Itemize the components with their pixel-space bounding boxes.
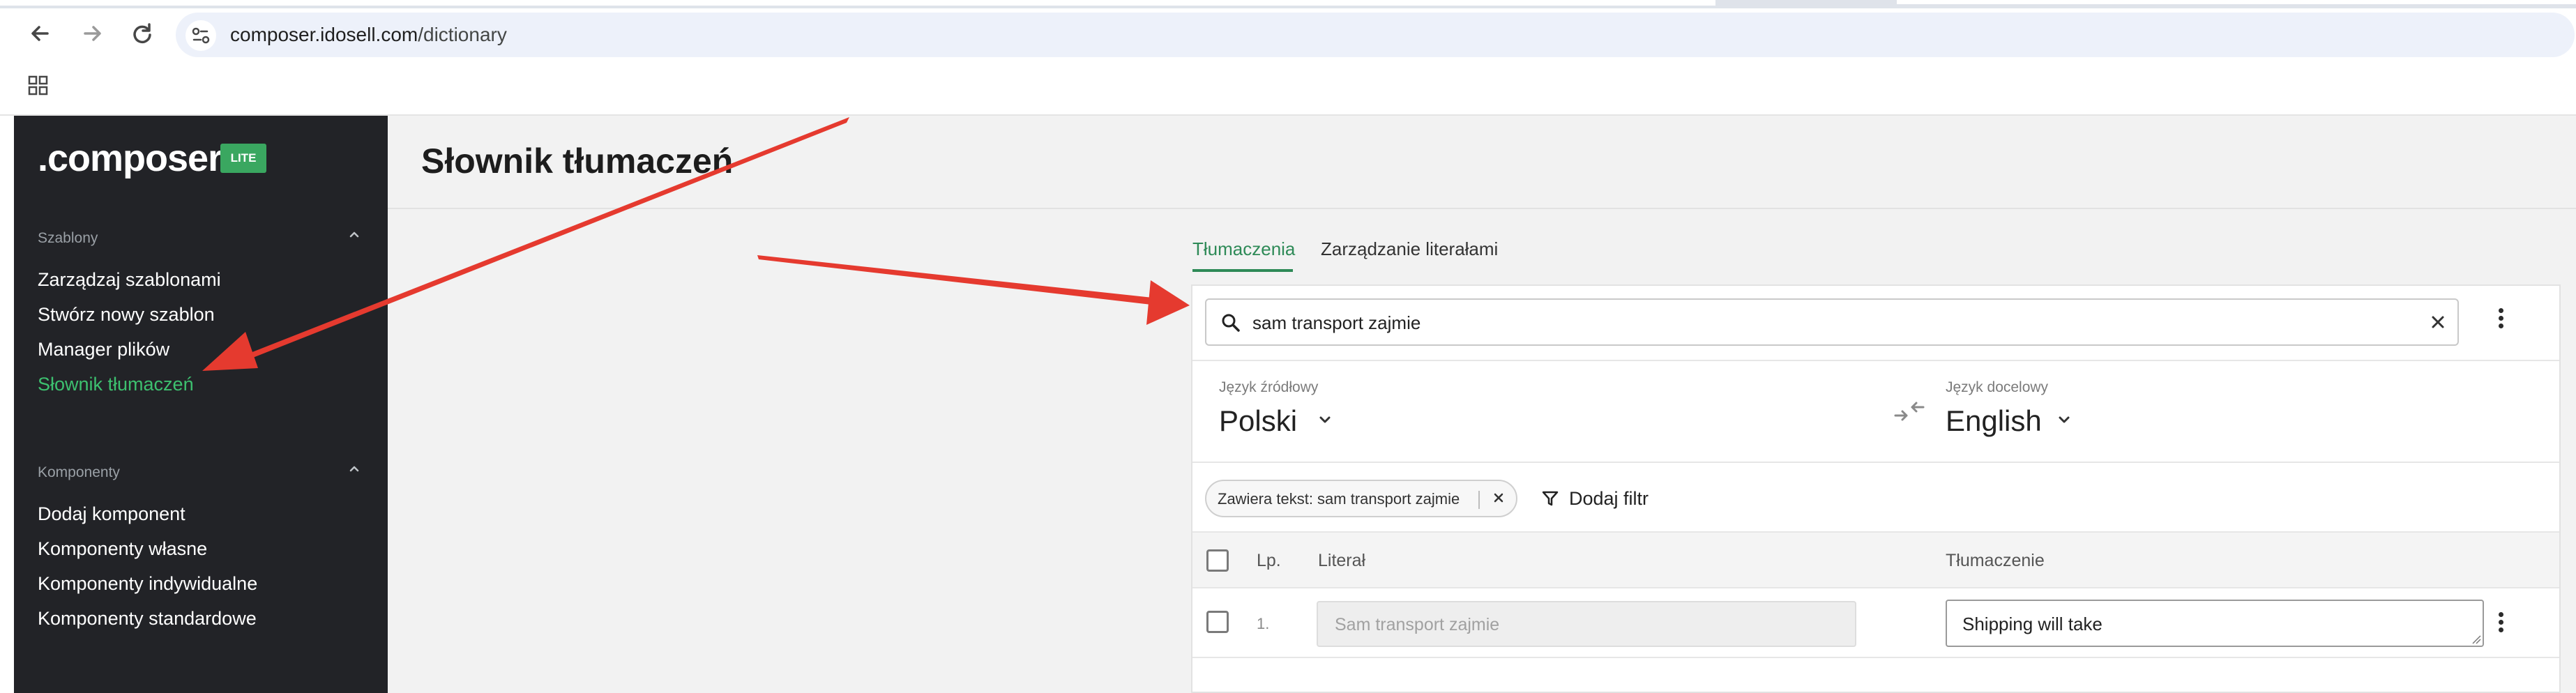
source-language-label: Język źródłowy [1219,379,1319,395]
column-header-lp: Lp. [1257,551,1281,570]
resize-handle-icon[interactable] [2470,633,2481,644]
section-title-komponenty: Komponenty [38,464,120,480]
table-header: Lp. Literał Tłumaczenie [1192,533,2559,588]
sidebar-item-zarzadzaj-szablonami[interactable]: Zarządzaj szablonami [38,269,221,291]
lite-badge: LITE [220,144,266,173]
tab-zarzadzanie-literalami[interactable]: Zarządzanie literałami [1321,238,1498,260]
apps-icon[interactable] [28,75,49,96]
filter-icon [1541,489,1559,508]
site-info-icon[interactable] [185,20,216,51]
more-vertical-icon[interactable] [2494,609,2508,640]
tab-strip-active-area [0,0,1715,6]
column-header-literal: Literał [1318,551,1366,570]
url-path: /dictionary [418,24,507,45]
search-input[interactable]: sam transport zajmie [1205,298,2459,346]
close-icon[interactable] [1488,487,1509,513]
chip-divider [1478,491,1480,509]
filter-chip-label: Zawiera tekst: sam transport zajmie [1218,490,1460,508]
filter-row: Zawiera tekst: sam transport zajmie Doda… [1192,463,2559,533]
forward-icon[interactable] [77,18,107,49]
more-vertical-icon[interactable] [2494,305,2508,336]
tab-strip-tab [1897,0,2576,4]
sidebar-item-manager-plikow[interactable]: Manager plików [38,339,169,360]
bookmarks-bar [0,67,2576,116]
sidebar-item-dodaj-komponent[interactable]: Dodaj komponent [38,503,185,525]
tab-tlumaczenia[interactable]: Tłumaczenia [1192,238,1295,260]
section-title-szablony: Szablony [38,230,98,246]
column-header-tlumaczenie: Tłumaczenie [1946,551,2045,570]
source-language-select[interactable]: Polski [1219,404,1297,438]
translation-text: Shipping will take [1962,614,2103,634]
app-logo[interactable]: .composer [38,137,222,180]
back-icon[interactable] [25,18,56,49]
browser-toolbar: composer.idosell.com/dictionary [0,0,2576,70]
close-icon[interactable] [2423,307,2453,337]
row-checkbox[interactable] [1206,611,1229,633]
translation-input[interactable]: Shipping will take [1946,600,2484,647]
literal-text: Sam transport zajmie [1335,615,1500,634]
sidebar-item-komponenty-wlasne[interactable]: Komponenty własne [38,538,207,560]
sidebar-item-slownik-tlumaczen[interactable]: Słownik tłumaczeń [38,374,194,395]
url-text[interactable]: composer.idosell.com/dictionary [230,21,507,49]
dictionary-panel: sam transport zajmie Język źródłowy Pols… [1191,284,2561,693]
sidebar-item-komponenty-standardowe[interactable]: Komponenty standardowe [38,608,257,630]
page-title: Słownik tłumaczeń [421,142,734,181]
literal-field: Sam transport zajmie [1317,601,1856,647]
sidebar-item-stworz-nowy-szablon[interactable]: Stwórz nowy szablon [38,304,215,326]
url-host: composer.idosell.com [230,24,418,45]
active-tab-indicator [1192,269,1293,272]
swap-languages-icon[interactable] [1890,392,1929,431]
add-filter-label: Dodaj filtr [1569,488,1649,509]
sidebar-item-komponenty-indywidualne[interactable]: Komponenty indywidualne [38,573,257,595]
language-selector-row: Język źródłowy Polski Język docelowy Eng… [1192,360,2559,463]
main-content: Słownik tłumaczeń Tłumaczenia Zarządzani… [388,116,2576,693]
table-row: 1. Sam transport zajmie Shipping will ta… [1192,588,2559,658]
filter-chip[interactable]: Zawiera tekst: sam transport zajmie [1205,480,1517,517]
search-icon [1220,312,1241,333]
chevron-up-icon[interactable] [347,462,361,480]
chevron-down-icon[interactable] [1315,410,1335,434]
search-value: sam transport zajmie [1252,312,1421,333]
target-language-label: Język docelowy [1946,379,2049,395]
sidebar: .composer LITE Szablony Zarządzaj szablo… [14,116,388,693]
target-language-select[interactable]: English [1946,404,2042,438]
chevron-down-icon[interactable] [2054,410,2074,434]
page-header: Słownik tłumaczeń [388,116,2576,209]
row-number: 1. [1257,615,1270,632]
chevron-up-icon[interactable] [347,227,361,245]
reload-icon[interactable] [127,18,158,49]
select-all-checkbox[interactable] [1206,549,1229,572]
address-bar[interactable] [176,13,2575,57]
